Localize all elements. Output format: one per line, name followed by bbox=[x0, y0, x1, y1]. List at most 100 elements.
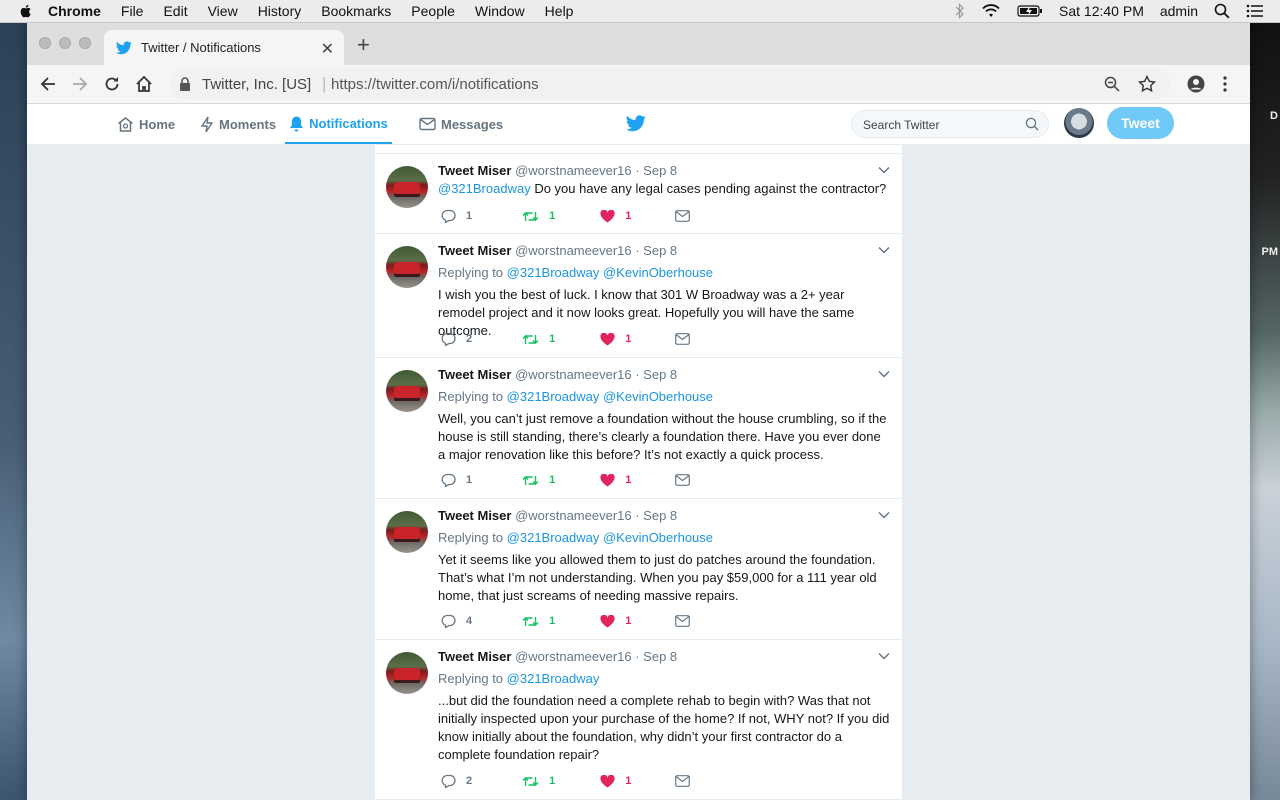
like-button[interactable]: 1 bbox=[600, 209, 631, 223]
chrome-menu-icon[interactable] bbox=[1223, 75, 1227, 93]
tweet-author-handle[interactable]: @worstnameever16 bbox=[515, 508, 632, 523]
retweet-button[interactable]: 1 bbox=[522, 775, 555, 788]
user-menu[interactable]: admin bbox=[1160, 3, 1198, 19]
url-text[interactable]: https://twitter.com/i/notifications bbox=[331, 76, 539, 93]
menu-view[interactable]: View bbox=[208, 3, 238, 19]
like-button[interactable]: 1 bbox=[600, 774, 631, 788]
clock[interactable]: Sat 12:40 PM bbox=[1059, 3, 1144, 19]
search-twitter-input[interactable]: Search Twitter bbox=[851, 110, 1049, 138]
tweet-author-name[interactable]: Tweet Miser bbox=[438, 508, 511, 523]
tab-close-icon[interactable]: ✕ bbox=[321, 39, 334, 59]
direct-message-button[interactable] bbox=[675, 775, 691, 787]
tweet-mention[interactable]: @321Broadway bbox=[438, 181, 531, 196]
chevron-down-icon[interactable] bbox=[878, 166, 890, 174]
tweet-avatar[interactable] bbox=[386, 511, 428, 553]
address-bar[interactable]: Twitter, Inc. [US] | https://twitter.com… bbox=[170, 68, 1170, 100]
tweet-avatar[interactable] bbox=[386, 652, 428, 694]
chevron-down-icon[interactable] bbox=[878, 246, 890, 254]
tweet-avatar[interactable] bbox=[386, 166, 428, 208]
forward-button[interactable] bbox=[69, 73, 91, 95]
window-close-button[interactable] bbox=[39, 37, 51, 49]
tweet-author-name[interactable]: Tweet Miser bbox=[438, 243, 511, 258]
like-button[interactable]: 1 bbox=[600, 614, 631, 628]
menu-history[interactable]: History bbox=[258, 3, 302, 19]
tweet-author-name[interactable]: Tweet Miser bbox=[438, 649, 511, 664]
tweet-timestamp[interactable]: · Sep 8 bbox=[635, 367, 677, 382]
tweet-author-handle[interactable]: @worstnameever16 bbox=[515, 163, 632, 178]
zoom-icon[interactable] bbox=[1104, 76, 1120, 92]
menu-people[interactable]: People bbox=[411, 3, 455, 19]
window-minimize-button[interactable] bbox=[59, 37, 71, 49]
tweet-author-handle[interactable]: @worstnameever16 bbox=[515, 649, 632, 664]
nav-notifications[interactable]: Notifications bbox=[285, 104, 392, 144]
chevron-down-icon[interactable] bbox=[878, 652, 890, 660]
retweet-button[interactable]: 1 bbox=[522, 615, 555, 628]
bookmark-star-icon[interactable] bbox=[1138, 75, 1156, 93]
chevron-down-icon[interactable] bbox=[878, 511, 890, 519]
battery-icon[interactable] bbox=[1017, 4, 1043, 18]
site-identity[interactable]: Twitter, Inc. [US] bbox=[202, 76, 311, 93]
bluetooth-icon[interactable] bbox=[955, 3, 965, 19]
reply-to-mentions[interactable]: @321Broadway bbox=[507, 671, 600, 686]
direct-message-button[interactable] bbox=[675, 615, 691, 627]
direct-message-button[interactable] bbox=[675, 474, 691, 486]
menu-bookmarks[interactable]: Bookmarks bbox=[321, 3, 391, 19]
lock-icon[interactable] bbox=[179, 77, 191, 91]
direct-message-button[interactable] bbox=[675, 210, 691, 222]
direct-message-button[interactable] bbox=[675, 333, 691, 345]
reply-to-mentions[interactable]: @321Broadway @KevinOberhouse bbox=[507, 265, 713, 280]
tweet-timestamp[interactable]: · Sep 8 bbox=[635, 163, 677, 178]
tweet-author-name[interactable]: Tweet Miser bbox=[438, 367, 511, 382]
like-button[interactable]: 1 bbox=[600, 473, 631, 487]
menu-edit[interactable]: Edit bbox=[163, 3, 187, 19]
tweet-author-handle[interactable]: @worstnameever16 bbox=[515, 367, 632, 382]
reload-button[interactable] bbox=[101, 73, 123, 95]
nav-moments[interactable]: Moments bbox=[200, 104, 276, 144]
tweet-author-handle[interactable]: @worstnameever16 bbox=[515, 243, 632, 258]
reply-button[interactable]: 4 bbox=[441, 614, 472, 628]
tweet-item[interactable]: Tweet Miser @worstnameever16 · Sep 8 @32… bbox=[375, 154, 902, 234]
wifi-icon[interactable] bbox=[981, 3, 1001, 19]
tweet-avatar[interactable] bbox=[386, 246, 428, 288]
tweet-item[interactable]: Tweet Miser @worstnameever16 · Sep 8 Rep… bbox=[375, 499, 902, 640]
tweet-avatar[interactable] bbox=[386, 370, 428, 412]
tweet-item[interactable]: Tweet Miser @worstnameever16 · Sep 8 Rep… bbox=[375, 640, 902, 800]
tweet-timestamp[interactable]: · Sep 8 bbox=[635, 243, 677, 258]
tweet-timestamp[interactable]: · Sep 8 bbox=[635, 649, 677, 664]
reply-button[interactable]: 1 bbox=[441, 209, 472, 223]
search-icon[interactable] bbox=[1025, 117, 1039, 131]
reply-to-mentions[interactable]: @321Broadway @KevinOberhouse bbox=[507, 530, 713, 545]
envelope-icon bbox=[419, 117, 436, 131]
user-avatar[interactable] bbox=[1064, 108, 1094, 138]
reply-button[interactable]: 1 bbox=[441, 473, 472, 487]
tweet-timestamp[interactable]: · Sep 8 bbox=[635, 508, 677, 523]
nav-home[interactable]: Home bbox=[117, 104, 175, 144]
apple-menu-icon[interactable] bbox=[18, 3, 34, 19]
profile-icon[interactable] bbox=[1187, 75, 1205, 93]
menu-file[interactable]: File bbox=[121, 3, 144, 19]
chevron-down-icon[interactable] bbox=[878, 370, 890, 378]
reply-button[interactable]: 2 bbox=[441, 332, 472, 346]
menu-window[interactable]: Window bbox=[475, 3, 525, 19]
like-button[interactable]: 1 bbox=[600, 332, 631, 346]
reply-button[interactable]: 2 bbox=[441, 774, 472, 788]
reply-to-mentions[interactable]: @321Broadway @KevinOberhouse bbox=[507, 389, 713, 404]
retweet-button[interactable]: 1 bbox=[522, 210, 555, 223]
notification-center-icon[interactable] bbox=[1246, 4, 1264, 18]
twitter-bird-logo-icon[interactable] bbox=[626, 115, 646, 132]
tweet-author-name[interactable]: Tweet Miser bbox=[438, 163, 511, 178]
tweet-item[interactable]: Tweet Miser @worstnameever16 · Sep 8 Rep… bbox=[375, 358, 902, 499]
retweet-button[interactable]: 1 bbox=[522, 474, 555, 487]
tweet-item[interactable]: Tweet Miser @worstnameever16 · Sep 8 Rep… bbox=[375, 234, 902, 358]
back-button[interactable] bbox=[37, 73, 59, 95]
window-zoom-button[interactable] bbox=[79, 37, 91, 49]
new-tab-button[interactable]: + bbox=[357, 32, 370, 58]
tweet-button[interactable]: Tweet bbox=[1107, 107, 1174, 139]
tab-twitter-notifications[interactable]: Twitter / Notifications ✕ bbox=[104, 30, 344, 65]
menu-help[interactable]: Help bbox=[545, 3, 574, 19]
retweet-button[interactable]: 1 bbox=[522, 333, 555, 346]
nav-messages[interactable]: Messages bbox=[419, 104, 503, 144]
home-button[interactable] bbox=[133, 73, 155, 95]
menu-chrome[interactable]: Chrome bbox=[48, 3, 101, 19]
spotlight-search-icon[interactable] bbox=[1214, 3, 1230, 19]
